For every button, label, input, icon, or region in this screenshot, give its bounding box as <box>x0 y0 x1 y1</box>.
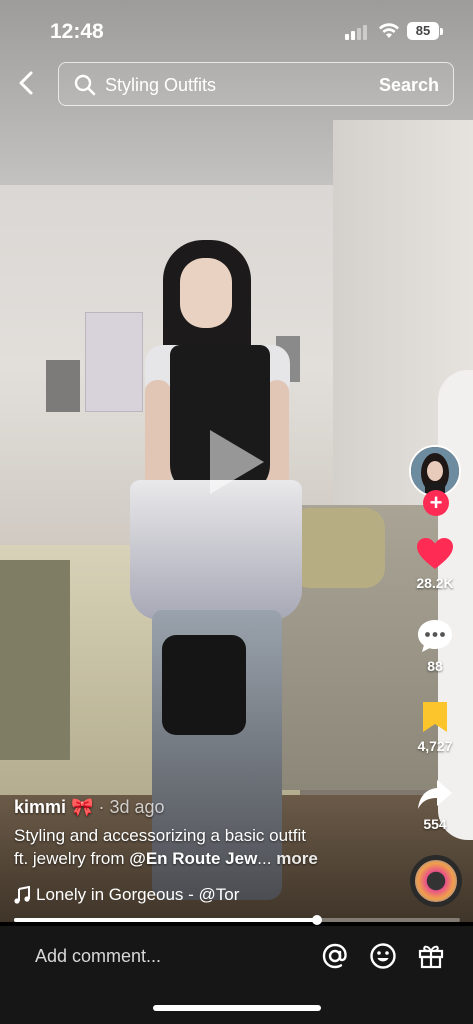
share-count: 554 <box>423 816 447 832</box>
music-disc-icon[interactable] <box>410 855 462 907</box>
bookmark-icon <box>423 702 447 732</box>
heart-icon <box>417 538 453 569</box>
more-link[interactable]: more <box>276 849 318 868</box>
search-query: Styling Outfits <box>105 75 217 95</box>
like-button[interactable]: 28.2K <box>405 537 465 591</box>
caption-line-1: Styling and accessorizing a basic outfit <box>14 826 306 845</box>
search-icon <box>74 74 96 96</box>
share-button[interactable]: 554 <box>405 778 465 832</box>
mention-link[interactable]: @En Route Jew <box>129 849 257 868</box>
status-time: 12:48 <box>50 20 104 43</box>
emoji-icon[interactable] <box>369 942 397 970</box>
cellular-signal-icon <box>345 24 371 40</box>
mention-at-icon[interactable] <box>321 942 349 970</box>
wall-poster <box>46 360 80 412</box>
search-button[interactable]: Search <box>379 75 439 96</box>
follow-button[interactable]: + <box>423 490 449 516</box>
battery-tip <box>440 28 443 35</box>
author-row: kimmi 🎀 · 3d ago <box>14 797 404 818</box>
music-title: Lonely in Gorgeous - @Tor <box>36 885 240 904</box>
music-note-icon <box>14 886 30 904</box>
home-indicator <box>153 1005 321 1011</box>
post-age: · 3d ago <box>98 797 165 817</box>
person-bag <box>162 635 246 735</box>
back-icon[interactable] <box>16 70 42 100</box>
comment-bubble-icon <box>418 620 452 652</box>
caption-line-2-prefix: ft. jewelry from <box>14 849 130 868</box>
share-arrow-icon <box>418 780 452 809</box>
like-count: 28.2K <box>416 575 454 591</box>
video-caption: kimmi 🎀 · 3d ago Styling and accessorizi… <box>14 797 404 870</box>
gift-icon[interactable] <box>417 942 445 970</box>
video-progress-fill <box>14 918 317 922</box>
author-badge: 🎀 <box>71 797 94 817</box>
play-icon[interactable] <box>210 430 264 494</box>
search-input[interactable]: Styling Outfits Search <box>58 62 454 106</box>
save-count: 4,727 <box>417 738 453 754</box>
avatar-portrait-icon <box>411 447 459 495</box>
save-button[interactable]: 4,727 <box>405 700 465 754</box>
video-mirror <box>438 370 473 840</box>
video-progress-bar[interactable] <box>14 915 460 925</box>
battery-indicator: 85 <box>407 22 439 40</box>
music-row[interactable]: Lonely in Gorgeous - @Tor <box>14 885 239 905</box>
status-bar: 12:48 85 <box>0 0 473 60</box>
comment-count: 88 <box>427 658 443 674</box>
comment-button[interactable]: 88 <box>405 618 465 674</box>
person-skirt <box>130 480 302 620</box>
author-name[interactable]: kimmi <box>14 797 66 817</box>
video-progress-knob[interactable] <box>312 915 322 925</box>
comment-input[interactable]: Add comment... <box>35 946 161 967</box>
comment-icons <box>321 942 445 970</box>
wifi-icon <box>379 23 399 38</box>
caption-text[interactable]: Styling and accessorizing a basic outfit… <box>14 824 404 870</box>
person-face <box>180 258 232 328</box>
video-blanket <box>0 560 70 760</box>
video-player[interactable] <box>0 0 473 922</box>
caption-ellipsis: ... <box>257 849 272 868</box>
